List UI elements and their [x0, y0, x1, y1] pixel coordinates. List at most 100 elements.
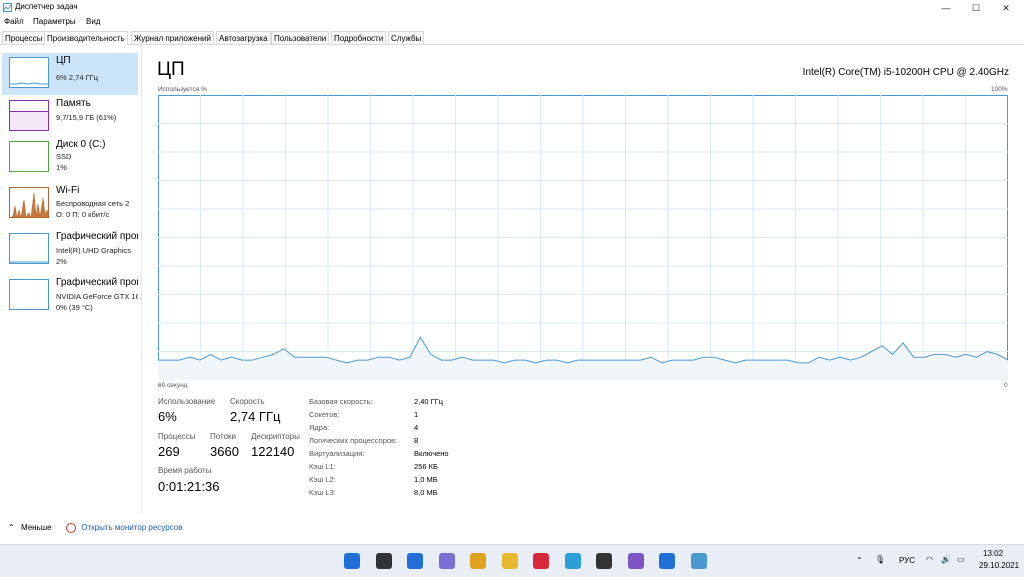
task-manager-app-icon [3, 3, 12, 12]
chat-icon[interactable] [438, 553, 455, 569]
menu-view[interactable]: Вид [86, 17, 100, 26]
microphone-icon[interactable]: 🎙 [875, 555, 885, 564]
spec-label: Виртуализация: [309, 449, 365, 458]
maximize-button[interactable]: ☐ [962, 0, 990, 16]
sidebar-item-gpu0[interactable]: Графический процессор 0 Intel(R) UHD Gra… [2, 229, 138, 271]
sidebar-item-title: Графический процессор 1 [56, 277, 138, 288]
sidebar-item-sub: NVIDIA GeForce GTX 1650 [56, 292, 138, 301]
photos-icon[interactable] [659, 553, 675, 569]
menu-options[interactable]: Параметры [33, 17, 76, 26]
spec-value: 8 [414, 436, 419, 445]
language-indicator[interactable]: РУС [899, 556, 915, 565]
sidebar-item-wifi[interactable]: Wi-Fi Беспроводная сеть 2 О: 0 П: 0 кбит… [2, 183, 138, 225]
tab-details[interactable]: Подробности [331, 31, 387, 44]
sidebar-item-sub2: 2% [56, 257, 67, 266]
battery-icon[interactable]: ▭ [957, 555, 965, 564]
sidebar-item-title: Память [56, 98, 91, 109]
sidebar-item-sub: Беспроводная сеть 2 [56, 199, 130, 208]
tab-app-history[interactable]: Журнал приложений [131, 31, 214, 44]
handles-label: Дескрипторы [251, 432, 300, 441]
uptime-value: 0:01:21:36 [158, 479, 220, 494]
sidebar-item-title: Wi-Fi [56, 185, 80, 196]
spec-label: Кэш L2: [309, 475, 336, 484]
cpu-usage-graph [158, 95, 1008, 380]
task-manager-icon[interactable] [690, 553, 707, 569]
tab-services[interactable]: Службы [388, 31, 425, 44]
usage-label: Использование [158, 397, 216, 406]
chrome-icon[interactable] [470, 553, 486, 569]
sidebar-item-title: Графический процессор 0 [56, 231, 138, 242]
threads-value: 3660 [210, 444, 239, 459]
sidebar-item-cpu[interactable]: ЦП 6% 2,74 ГГц [2, 53, 138, 95]
spec-value: 1,0 МБ [414, 475, 438, 484]
clock-time[interactable]: 13:02 [983, 549, 1003, 558]
volume-icon[interactable]: 🔊 [941, 555, 951, 564]
davinci-icon[interactable] [596, 553, 612, 569]
sidebar-item-disk[interactable]: Диск 0 (C:) SSD 1% [2, 137, 138, 179]
sidebar-item-sub: 6% 2,74 ГГц [56, 73, 99, 82]
spec-label: Сокетов: [309, 410, 340, 419]
spec-value: 2,40 ГГц [414, 397, 444, 406]
task-view-icon[interactable] [407, 553, 423, 569]
uptime-label: Время работы [158, 466, 212, 475]
telegram-icon[interactable] [564, 553, 581, 569]
disk-mini-graph [9, 141, 49, 172]
usage-value: 6% [158, 409, 177, 424]
graph-grid [158, 95, 1008, 380]
window-title: Диспетчер задач [15, 2, 78, 11]
start-icon[interactable] [344, 553, 360, 569]
file-explorer-icon[interactable] [501, 553, 518, 569]
opera-icon[interactable] [533, 553, 549, 569]
handles-value: 122140 [251, 444, 295, 459]
spec-value: 4 [414, 423, 419, 432]
wifi-mini-graph [9, 187, 49, 218]
menu-bar: Файл Параметры Вид [0, 16, 300, 29]
tab-users[interactable]: Пользователи [271, 31, 330, 44]
page-title: ЦП [157, 59, 185, 80]
fewer-details-label: Меньше [20, 523, 52, 532]
sidebar-item-sub2: 1% [56, 163, 67, 172]
menu-file[interactable]: Файл [4, 17, 24, 26]
threads-label: Потоки [210, 432, 237, 441]
sidebar-item-sub2: О: 0 П: 0 кбит/с [56, 210, 110, 219]
open-resource-monitor-link[interactable]: Открыть монитор ресурсов [66, 523, 182, 533]
x-axis-left-label: 60 секунд [158, 382, 188, 389]
tab-bar: Процессы Производительность Журнал прило… [0, 31, 1024, 45]
spec-label: Базовая скорость: [309, 397, 373, 406]
tab-startup[interactable]: Автозагрузка [216, 31, 271, 44]
tab-processes[interactable]: Процессы [2, 31, 46, 44]
viber-icon[interactable] [627, 553, 644, 569]
sidebar-item-sub2: 0% (39 °C) [56, 303, 93, 312]
search-icon[interactable] [375, 553, 392, 569]
y-axis-label: Используется % [158, 86, 207, 93]
spec-label: Кэш L3: [309, 488, 336, 497]
fewer-details-button[interactable]: ⌃ Меньше [8, 523, 52, 532]
cpu-mini-graph [9, 57, 49, 88]
spec-label: Логических процессоров: [309, 436, 398, 445]
gpu0-mini-graph [9, 233, 49, 264]
sidebar-item-sub: SSD [56, 152, 72, 161]
tray-overflow-chevron-icon[interactable]: ⌃ [856, 556, 863, 565]
title-bar: Диспетчер задач — ☐ ✕ [0, 0, 1024, 16]
spec-value: Включено [414, 449, 449, 458]
resource-monitor-icon [66, 523, 76, 533]
sidebar-item-gpu1[interactable]: Графический процессор 1 NVIDIA GeForce G… [2, 275, 138, 317]
speed-label: Скорость [230, 397, 265, 406]
sidebar-item-sub: 9,7/15,9 ГБ (61%) [56, 113, 117, 122]
footer-bar: ⌃ Меньше Открыть монитор ресурсов [0, 518, 1024, 538]
sidebar-item-memory[interactable]: Память 9,7/15,9 ГБ (61%) [2, 96, 138, 138]
spec-value: 8,0 МБ [414, 488, 438, 497]
processes-value: 269 [158, 444, 180, 459]
close-button[interactable]: ✕ [992, 0, 1020, 16]
speed-value: 2,74 ГГц [230, 409, 281, 424]
chevron-up-icon: ⌃ [8, 523, 15, 532]
tab-performance[interactable]: Производительность [44, 31, 128, 45]
wifi-icon[interactable]: ◠ [926, 555, 933, 564]
processes-label: Процессы [158, 432, 196, 441]
clock-date[interactable]: 29.10.2021 [979, 561, 1019, 570]
resource-sidebar: ЦП 6% 2,74 ГГц Память 9,7/15,9 ГБ (61%) … [0, 45, 142, 513]
x-axis-right-label: 0 [1004, 382, 1008, 389]
minimize-button[interactable]: — [932, 0, 960, 16]
sidebar-item-title: ЦП [56, 55, 71, 66]
gpu1-mini-graph [9, 279, 49, 310]
